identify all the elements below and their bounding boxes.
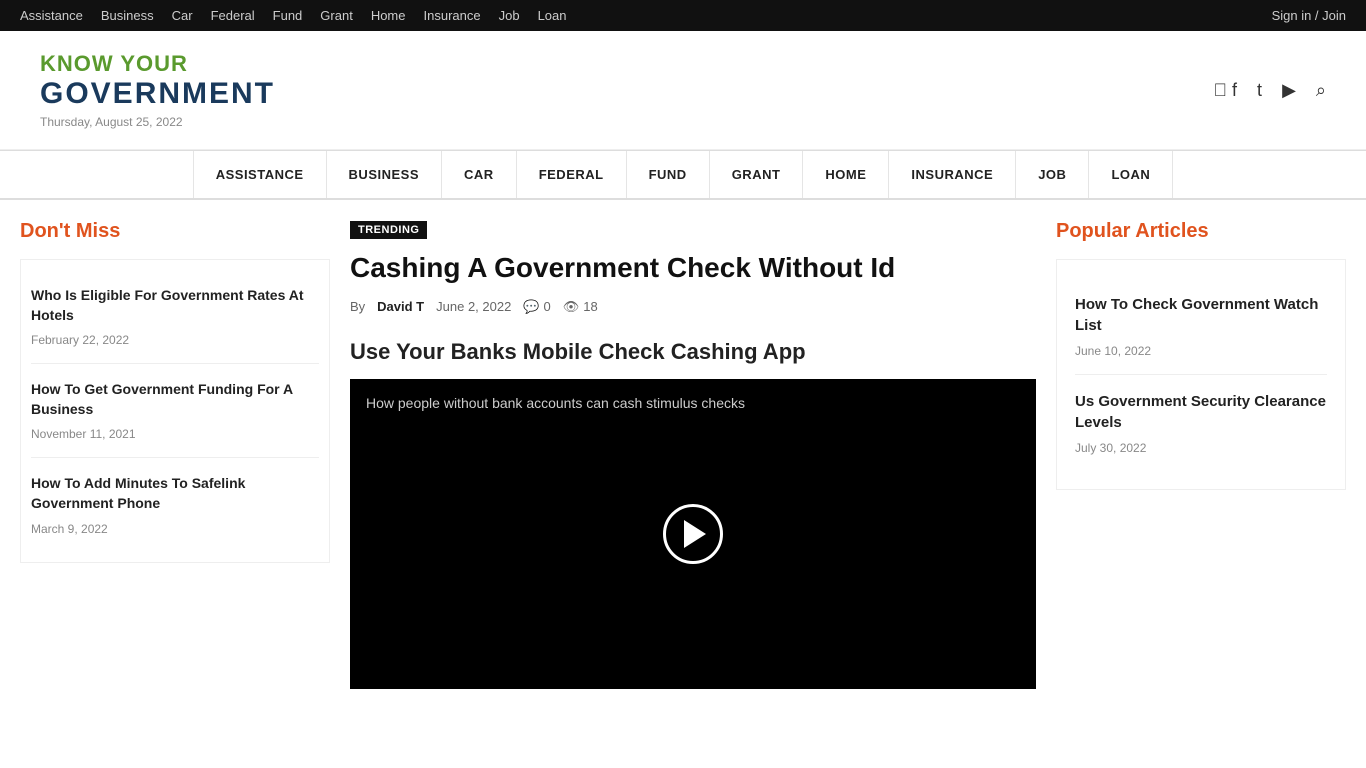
topbar-link-federal[interactable]: Federal	[211, 8, 255, 23]
left-sidebar: Don't Miss Who Is Eligible For Governmen…	[20, 220, 330, 689]
youtube-icon[interactable]: ▶	[1282, 80, 1296, 101]
logo-know: KNOW YOUR	[40, 51, 275, 77]
sidebar-article-link-2[interactable]: How To Get Government Funding For A Busi…	[31, 381, 293, 417]
topbar-link-grant[interactable]: Grant	[320, 8, 353, 23]
nav-home[interactable]: HOME	[803, 151, 889, 198]
sidebar-article-link-1[interactable]: Who Is Eligible For Government Rates At …	[31, 287, 304, 323]
right-sidebar: Popular Articles How To Check Government…	[1056, 220, 1346, 689]
dont-miss-title: Don't Miss	[20, 220, 330, 243]
header: KNOW YOUR GOVERNMENT Thursday, August 25…	[0, 31, 1366, 150]
sign-in-link[interactable]: Sign in / Join	[1272, 8, 1346, 23]
article-title: Cashing A Government Check Without Id	[350, 251, 1036, 285]
sidebar-date-3: March 9, 2022	[31, 522, 108, 536]
by-label: By	[350, 299, 365, 314]
play-triangle-icon	[684, 520, 706, 548]
topbar-link-home[interactable]: Home	[371, 8, 406, 23]
nav-assistance[interactable]: ASSISTANCE	[193, 151, 327, 198]
popular-card: How To Check Government Watch List June …	[1056, 259, 1346, 490]
nav-federal[interactable]: FEDERAL	[517, 151, 627, 198]
sidebar-articles: Who Is Eligible For Government Rates At …	[20, 259, 330, 563]
popular-article-link-2[interactable]: Us Government Security Clearance Levels	[1075, 393, 1326, 431]
nav-loan[interactable]: LOAN	[1089, 151, 1173, 198]
video-caption: How people without bank accounts can cas…	[366, 395, 745, 411]
nav-job[interactable]: JOB	[1016, 151, 1089, 198]
logo-date: Thursday, August 25, 2022	[40, 115, 275, 129]
content-wrapper: Don't Miss Who Is Eligible For Governmen…	[0, 200, 1366, 689]
comment-icon: 💬	[523, 299, 539, 315]
topbar-link-loan[interactable]: Loan	[538, 8, 567, 23]
topbar-link-business[interactable]: Business	[101, 8, 154, 23]
header-icons:  f t ▶ ⌕	[1214, 80, 1326, 101]
nav-grant[interactable]: GRANT	[710, 151, 804, 198]
logo-gov: GOVERNMENT	[40, 77, 275, 111]
sidebar-date-1: February 22, 2022	[31, 333, 129, 347]
popular-article-link-1[interactable]: How To Check Government Watch List	[1075, 296, 1318, 334]
play-button[interactable]	[663, 504, 723, 564]
nav-fund[interactable]: FUND	[627, 151, 710, 198]
eye-icon: 👁	[563, 299, 580, 315]
trending-badge: TRENDING	[350, 221, 427, 239]
comment-count: 💬 0	[523, 299, 550, 315]
list-item: Us Government Security Clearance Levels …	[1075, 375, 1327, 471]
logo-area: KNOW YOUR GOVERNMENT Thursday, August 25…	[40, 51, 275, 129]
list-item: How To Add Minutes To Safelink Governmen…	[31, 458, 319, 551]
twitter-icon[interactable]: t	[1257, 80, 1262, 101]
nav-car[interactable]: CAR	[442, 151, 517, 198]
top-bar-links: Assistance Business Car Federal Fund Gra…	[20, 8, 566, 23]
main-content: TRENDING Cashing A Government Check With…	[350, 220, 1036, 689]
view-count: 👁 18	[563, 299, 598, 315]
list-item: How To Get Government Funding For A Busi…	[31, 364, 319, 458]
video-section-title: Use Your Banks Mobile Check Cashing App	[350, 339, 1036, 365]
nav-insurance[interactable]: INSURANCE	[889, 151, 1016, 198]
top-bar: Assistance Business Car Federal Fund Gra…	[0, 0, 1366, 31]
popular-date-2: July 30, 2022	[1075, 441, 1146, 455]
topbar-link-insurance[interactable]: Insurance	[424, 8, 481, 23]
sidebar-date-2: November 11, 2021	[31, 427, 136, 441]
nav-business[interactable]: BUSINESS	[327, 151, 442, 198]
popular-date-1: June 10, 2022	[1075, 344, 1151, 358]
topbar-link-assistance[interactable]: Assistance	[20, 8, 83, 23]
topbar-link-car[interactable]: Car	[172, 8, 193, 23]
video-container[interactable]: How people without bank accounts can cas…	[350, 379, 1036, 689]
facebook-icon[interactable]:  f	[1214, 80, 1238, 101]
main-nav: ASSISTANCE BUSINESS CAR FEDERAL FUND GRA…	[0, 150, 1366, 200]
list-item: Who Is Eligible For Government Rates At …	[31, 270, 319, 364]
article-date: June 2, 2022	[436, 299, 511, 314]
sidebar-article-link-3[interactable]: How To Add Minutes To Safelink Governmen…	[31, 475, 245, 511]
article-meta: By David T June 2, 2022 💬 0 👁 18	[350, 299, 1036, 315]
search-icon[interactable]: ⌕	[1316, 80, 1326, 101]
topbar-link-fund[interactable]: Fund	[273, 8, 303, 23]
topbar-link-job[interactable]: Job	[499, 8, 520, 23]
list-item: How To Check Government Watch List June …	[1075, 278, 1327, 375]
author-name[interactable]: David T	[377, 299, 424, 314]
popular-title: Popular Articles	[1056, 220, 1346, 243]
